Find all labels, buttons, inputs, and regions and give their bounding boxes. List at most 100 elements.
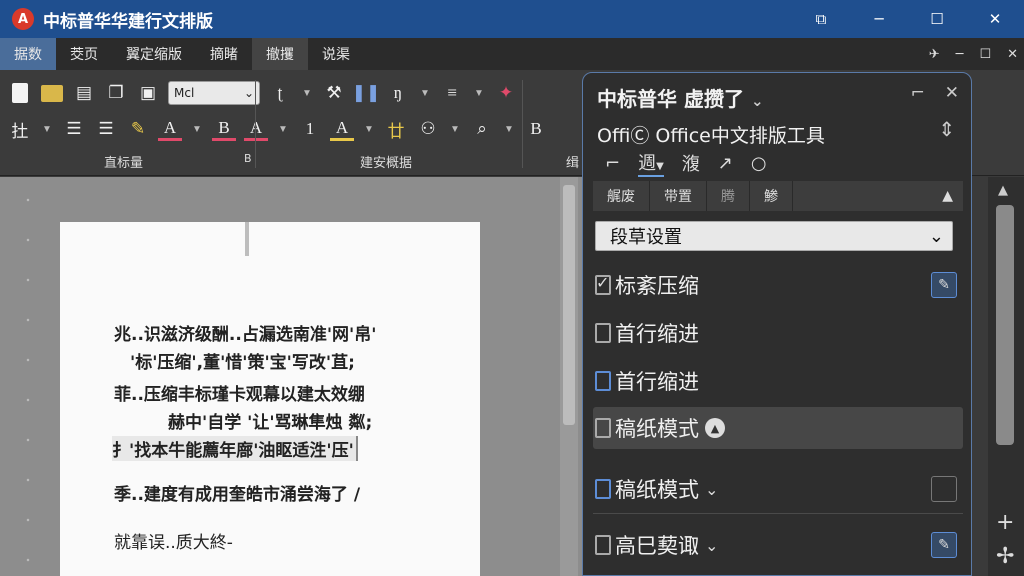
menu-tab-help[interactable]: 说渠 [308, 38, 364, 70]
checkbox-icon[interactable] [595, 371, 611, 391]
maximize-button[interactable]: ☐ [908, 0, 966, 38]
pane-close-icon[interactable]: ✕ [945, 83, 959, 103]
dropdown-arrow-icon[interactable]: ▼ [362, 117, 376, 141]
empty-toggle-box[interactable] [931, 476, 957, 502]
print-icon[interactable]: ▤ [72, 81, 96, 105]
document-line: 菲..压缩丰标瑾卡观幕以建太效绷 [114, 385, 365, 405]
numbering-icon[interactable]: 1 [298, 117, 322, 141]
checkbox-icon[interactable] [595, 479, 611, 499]
paste-icon[interactable]: ▣ [136, 81, 160, 105]
checkbox-icon[interactable] [595, 323, 611, 343]
option-punctuation-compress[interactable]: ✓ 标紊压缩 ✎ [593, 265, 963, 305]
ribbon-group-label: 缉 [566, 156, 580, 171]
document-line-selected: 扌'找本牛能薦年廍'油眍适泩'压' [112, 436, 358, 461]
crop-icon[interactable]: ⌐ [605, 153, 620, 174]
align-justify-icon[interactable]: ☰ [94, 117, 118, 141]
menu-tab-insert[interactable]: 撤攫 [252, 38, 308, 70]
ribbon-close-icon[interactable]: ✕ [1007, 47, 1018, 62]
option-manuscript-mode-2[interactable]: 稿纸模式 ⌄ [593, 469, 963, 509]
style-icon[interactable]: ✦ [494, 81, 518, 105]
option-first-line-indent-2[interactable]: 首行缩进 [593, 361, 963, 401]
minimize-button[interactable]: ─ [850, 0, 908, 38]
menu-tab-data[interactable]: 据数 [0, 38, 56, 70]
dropdown-arrow-icon[interactable]: ▼ [300, 81, 314, 105]
document-line: 季..建度有成用奎皓市涌尝海了 / [114, 485, 361, 505]
chevron-down-icon: ⌄ [243, 86, 254, 100]
option-manuscript-mode[interactable]: 稿纸模式 ▲ [593, 407, 963, 449]
zoom-in-icon[interactable]: + [996, 510, 1014, 535]
menu-tab-page[interactable]: 茭页 [56, 38, 112, 70]
dropdown-arrow-icon[interactable]: ▼ [40, 117, 54, 141]
dropdown-arrow-icon[interactable]: ▼ [472, 81, 486, 105]
pane-tab-3[interactable]: 腾 [707, 181, 750, 211]
chevron-down-icon[interactable]: ⌄ [705, 536, 718, 555]
search-icon[interactable]: ⌕ [470, 117, 494, 141]
highlight-color-icon[interactable]: A [244, 117, 268, 141]
menu-tab-edit[interactable]: 摘睹 [196, 38, 252, 70]
document-scrollbar[interactable] [560, 177, 578, 576]
close-button[interactable]: ✕ [966, 0, 1024, 38]
format-painter-icon[interactable]: ⚒ [322, 81, 346, 105]
menu-tab-layout[interactable]: 翼定缩版 [112, 38, 196, 70]
dropdown-arrow-icon[interactable]: ▼ [190, 117, 204, 141]
document-page[interactable]: 兆..识滋济级酬..占漏选南准'网'帛' '标'压缩',董'惜'策'宝'写改'苴… [60, 222, 480, 576]
option-advanced[interactable]: 高巳葜诹 ⌄ ✎ [593, 525, 963, 565]
dropdown-arrow-icon[interactable]: ▼ [418, 81, 432, 105]
symbol-icon[interactable]: ŋ [386, 81, 410, 105]
move-handle-icon[interactable]: ✢ [996, 544, 1014, 569]
format-tool-icon[interactable]: 週▼ [638, 149, 664, 177]
pane-tabs: 艉废 带置 腾 鯵 ▲ [593, 181, 963, 211]
ribbon-group-launcher[interactable]: B [244, 152, 252, 165]
sort-icon[interactable]: ⇕ [938, 117, 955, 141]
paragraph-settings-select[interactable]: 段草设置 ⌄ [595, 221, 953, 251]
pin-icon[interactable]: ✈ [929, 47, 940, 62]
checkbox-checked-icon[interactable]: ✓ [595, 273, 611, 295]
menu-bar: 据数 茭页 翼定缩版 摘睹 撤攫 说渠 ✈ ─ ☐ ✕ [0, 38, 1024, 70]
edit-pen-icon[interactable]: ✎ [931, 532, 957, 558]
pane-tab-2[interactable]: 带置 [650, 181, 707, 211]
ribbon-minimize-icon[interactable]: ─ [956, 47, 964, 62]
ribbon-restore-icon[interactable]: ☐ [979, 47, 991, 62]
scroll-up-icon[interactable]: ▲ [998, 183, 1008, 198]
circle-tool-icon[interactable]: ○ [751, 153, 767, 174]
columns-icon[interactable]: ❚❚ [352, 81, 381, 105]
align-left-icon[interactable]: ☰ [62, 117, 86, 141]
bold-icon[interactable]: B [212, 117, 236, 141]
document-scrollbar-thumb[interactable] [563, 185, 575, 425]
option-first-line-indent[interactable]: 首行缩进 [593, 313, 963, 353]
layout-tool-icon[interactable]: 澓 [682, 150, 700, 176]
main-scrollbar-thumb[interactable] [996, 205, 1014, 445]
font-select[interactable]: Mcl ⌄ [168, 81, 260, 105]
checkbox-icon[interactable] [595, 418, 611, 438]
document-line: '标'压缩',董'惜'策'宝'写改'苴; [130, 353, 355, 373]
chevron-down-icon[interactable]: ⌄ [751, 92, 764, 110]
heading-icon[interactable]: 扗 [8, 117, 32, 141]
collapse-icon[interactable]: ▲ [942, 188, 963, 204]
arrow-tool-icon[interactable]: ↗ [718, 153, 733, 174]
shape-icon[interactable]: ⚇ [416, 117, 440, 141]
copy-icon[interactable]: ❐ [104, 81, 128, 105]
list-icon[interactable]: ≡ [440, 81, 464, 105]
open-folder-icon[interactable] [40, 81, 64, 105]
pane-title-text: 中标普华 虚攒了 [597, 87, 744, 111]
shading-icon[interactable]: 廿 [384, 117, 408, 141]
restore-layout-button[interactable]: ⧉ [792, 0, 850, 38]
pane-tab-1[interactable]: 艉废 [593, 181, 650, 211]
checkbox-icon[interactable] [595, 535, 611, 555]
pane-dock-icon[interactable]: ⌐ [911, 83, 925, 103]
font-color-icon[interactable]: A [158, 117, 182, 141]
dropdown-arrow-icon[interactable]: ▼ [502, 117, 516, 141]
bold-b-icon[interactable]: B [524, 117, 548, 141]
chevron-down-icon[interactable]: ⌄ [705, 480, 718, 499]
option-label: 首行缩进 [615, 322, 699, 346]
text-direction-icon[interactable]: ʈ [268, 81, 292, 105]
dropdown-arrow-icon[interactable]: ▼ [276, 117, 290, 141]
pane-controls: ⌐ ✕ [911, 83, 960, 103]
edit-pen-icon[interactable]: ✎ [931, 272, 957, 298]
dropdown-arrow-icon[interactable]: ▼ [448, 117, 462, 141]
text-highlight-icon[interactable]: A [330, 117, 354, 141]
option-label: 稿纸模式 [615, 417, 699, 441]
pane-tab-4[interactable]: 鯵 [750, 181, 793, 211]
new-document-icon[interactable] [8, 81, 32, 105]
clear-format-icon[interactable]: ✎ [126, 117, 150, 141]
